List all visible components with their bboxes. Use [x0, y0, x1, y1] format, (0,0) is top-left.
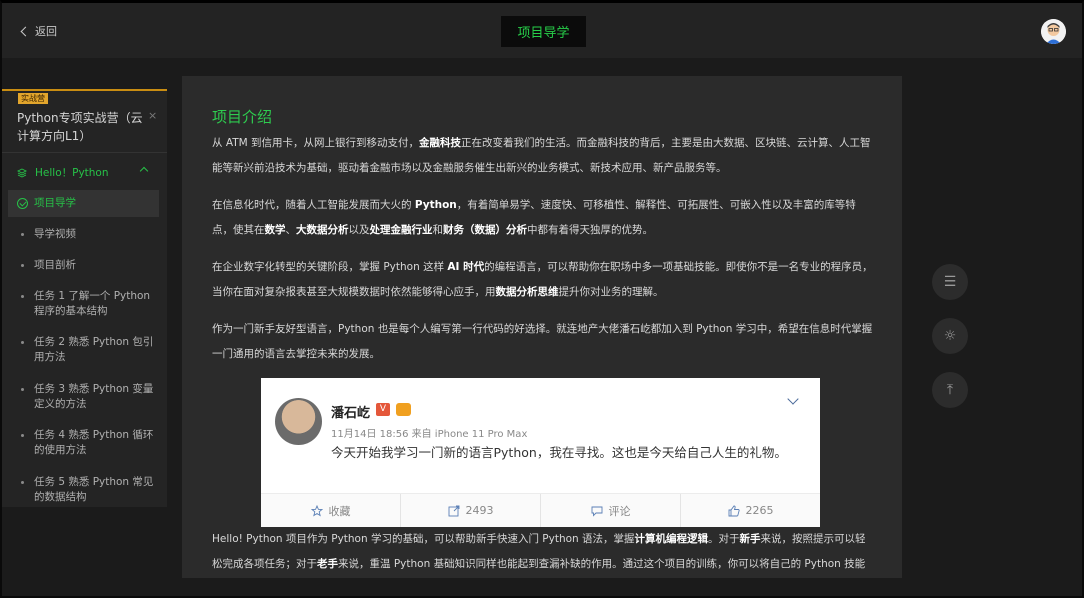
paragraph-text: 提升你对业务的理解。 — [558, 286, 664, 298]
article-content: 项目介绍 从 ATM 到信用卡，从网上银行到移动支付，金融科技正在改变着我们的生… — [182, 76, 902, 578]
sidebar-item-task-2[interactable]: 任务 2 熟悉 Python 包引用方法 — [8, 335, 159, 365]
sidebar-item-project-guide[interactable]: 项目导学 — [8, 190, 159, 217]
emphasis-text: 处理金融行业 — [369, 224, 433, 236]
paragraph-4: 作为一门新手友好型语言，Python 也是每个人编写第一行代码的好选择。就连地产… — [212, 317, 874, 367]
check-circle-icon — [17, 198, 28, 209]
emphasis-text: 数据分析思维 — [495, 286, 559, 298]
paragraph-text: 在信息化时代，随着人工智能发展而大火的 — [212, 199, 415, 211]
layers-icon — [17, 167, 27, 178]
sidebar-item-label: 任务 3 熟悉 Python 变量定义的方法 — [34, 383, 154, 410]
paragraph-text: 从 ATM 到信用卡，从网上银行到移动支付， — [212, 137, 420, 149]
top-bar: 返回 项目导学 — [2, 3, 1082, 58]
star-icon — [310, 504, 323, 516]
course-sidebar: 实战营 Python专项实战营（云计算方向L1） × Hello！Python … — [2, 89, 167, 507]
emphasis-text: 数学 — [264, 224, 286, 236]
paragraph-text: 和 — [432, 224, 444, 236]
paragraph-text: 。对于 — [708, 533, 740, 545]
emphasis-text: 财务（数据）分析 — [443, 224, 527, 236]
paragraph-text: 、 — [285, 224, 297, 236]
like-icon — [728, 505, 740, 516]
emphasis-text: 老手 — [317, 558, 338, 570]
chevron-left-icon — [20, 26, 31, 36]
emphasis-text: 计算机编程逻辑 — [634, 533, 709, 545]
bullet-icon — [21, 233, 24, 236]
bullet-icon — [21, 341, 24, 344]
verified-badge: V — [376, 403, 390, 416]
sidebar-item-task-4[interactable]: 任务 4 熟悉 Python 循环的使用方法 — [8, 428, 159, 458]
close-icon[interactable]: × — [148, 109, 157, 122]
user-avatar-icon — [1041, 19, 1066, 44]
sidebar-item-task-1[interactable]: 任务 1 了解一个 Python 程序的基本结构 — [8, 289, 159, 319]
action-label: 收藏 — [328, 504, 351, 518]
sidebar-item-task-5[interactable]: 任务 5 熟悉 Python 常见的数据结构 — [8, 475, 159, 505]
avatar[interactable] — [1041, 19, 1066, 44]
bullet-icon — [21, 434, 24, 437]
action-label: 评论 — [608, 504, 631, 518]
sidebar-item-label: 项目导学 — [34, 197, 76, 209]
post-action-favorite: 收藏 — [261, 494, 401, 527]
chapter-header[interactable]: Hello！Python — [17, 165, 149, 180]
post-text: 今天开始我学习一门新的语言Python，我在寻找。这也是今天给自己人生的礼物。 — [331, 445, 787, 460]
emphasis-text: 金融科技 — [419, 137, 462, 149]
sidebar-item-label: 任务 5 熟悉 Python 常见的数据结构 — [34, 476, 154, 503]
paragraph-text: Hello! Python 项目作为 Python 学习的基础，可以帮助新手快速… — [212, 533, 635, 545]
course-badge: 实战营 — [18, 93, 48, 104]
sidebar-item-label: 任务 1 了解一个 Python 程序的基本结构 — [34, 290, 151, 317]
profile-photo — [275, 398, 322, 445]
post-action-like: 2265 — [681, 494, 820, 527]
brightness-button[interactable]: ☼ — [932, 318, 968, 354]
post-action-share: 2493 — [401, 494, 541, 527]
back-button[interactable]: 返回 — [20, 23, 57, 39]
course-title: Python专项实战营（云计算方向L1） — [17, 111, 143, 143]
weibo-post-image: 潘石屹 V 11月14日 18:56 来自 iPhone 11 Pro Max … — [261, 378, 820, 527]
brightness-icon: ☼ — [943, 328, 957, 344]
post-actions: 收藏 2493 评论 2265 — [261, 493, 820, 527]
section-heading: 项目介绍 — [212, 108, 273, 126]
action-label: 2265 — [745, 504, 774, 517]
sidebar-item-label: 项目剖析 — [34, 259, 76, 271]
back-label: 返回 — [35, 25, 57, 38]
paragraph-text: 在企业数字化转型的关键阶段，掌握 Python 这样 — [212, 261, 448, 273]
sidebar-item-label: 任务 4 熟悉 Python 循环的使用方法 — [34, 429, 154, 456]
post-meta: 11月14日 18:56 来自 iPhone 11 Pro Max — [331, 429, 528, 440]
paragraph-3: 在企业数字化转型的关键阶段，掌握 Python 这样 AI 时代的编程语言，可以… — [212, 255, 874, 305]
bullet-icon — [21, 388, 24, 391]
page-title: 项目导学 — [501, 16, 586, 47]
divider — [2, 152, 167, 153]
chevron-down-icon — [787, 393, 799, 405]
emphasis-text: 大数据分析 — [296, 224, 349, 236]
bullet-icon — [21, 295, 24, 298]
crown-icon — [396, 403, 411, 416]
back-to-top-icon: ⤒ — [946, 382, 954, 398]
emphasis-text: AI 时代 — [447, 261, 485, 273]
post-action-comment: 评论 — [541, 494, 681, 527]
outline-button[interactable]: ☰ — [932, 264, 968, 300]
emphasis-text: Python — [414, 199, 457, 211]
sidebar-item-task-3[interactable]: 任务 3 熟悉 Python 变量定义的方法 — [8, 382, 159, 412]
paragraph-5: Hello! Python 项目作为 Python 学习的基础，可以帮助新手快速… — [212, 527, 874, 578]
paragraph-1: 从 ATM 到信用卡，从网上银行到移动支付，金融科技正在改变着我们的生活。而金融… — [212, 131, 874, 181]
emphasis-text: 新手 — [739, 533, 761, 545]
sidebar-item-project-analysis[interactable]: 项目剖析 — [8, 258, 159, 273]
sidebar-item-label: 任务 2 熟悉 Python 包引用方法 — [34, 336, 154, 363]
paragraph-text: 作为一门新手友好型语言，Python 也是每个人编写第一行代码的好选择。就连地产… — [212, 323, 873, 360]
sidebar-item-guide-video[interactable]: 导学视频 — [8, 227, 159, 242]
action-label: 2493 — [465, 504, 494, 517]
chapter-label: Hello！Python — [35, 167, 109, 179]
paragraph-2: 在信息化时代，随着人工智能发展而大火的 Python，有着简单易学、速度快、可移… — [212, 193, 874, 243]
bullet-icon — [21, 481, 24, 484]
comment-icon — [591, 506, 602, 517]
chevron-up-icon — [139, 166, 149, 176]
paragraph-text: 中都有着得天独厚的优势。 — [527, 224, 653, 236]
bullet-icon — [21, 264, 24, 267]
back-to-top-button[interactable]: ⤒ — [932, 372, 968, 408]
paragraph-text: 以及 — [348, 224, 370, 236]
share-icon — [448, 505, 459, 516]
badge-accent-line — [2, 89, 167, 91]
sidebar-item-label: 导学视频 — [34, 228, 76, 240]
poster-name: 潘石屹 — [331, 406, 371, 421]
outline-icon: ☰ — [943, 274, 957, 290]
